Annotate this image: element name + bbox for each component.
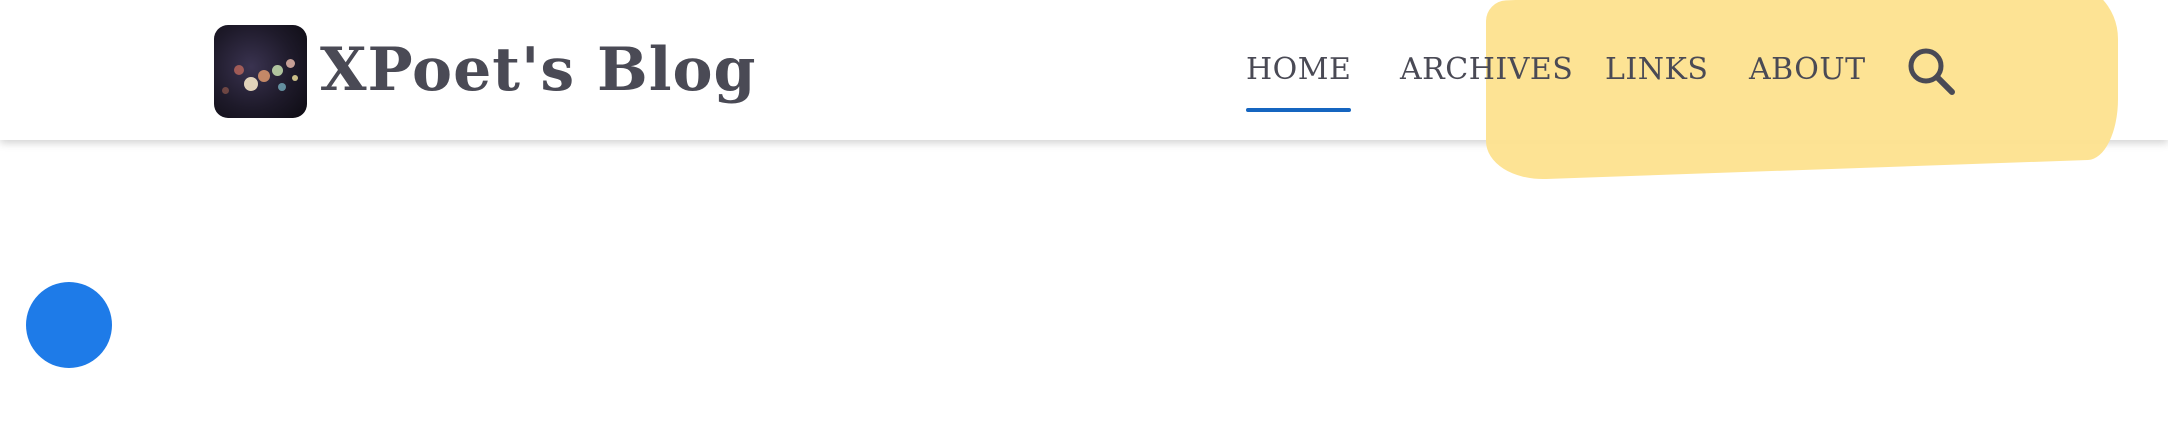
- logo-light: [278, 83, 286, 91]
- logo-light: [292, 75, 298, 81]
- nav-item-about[interactable]: ABOUT: [1749, 48, 1866, 92]
- logo-light: [286, 59, 295, 68]
- logo-light: [222, 87, 229, 94]
- site-logo[interactable]: [214, 25, 307, 118]
- logo-light: [258, 70, 270, 82]
- logo-light: [244, 77, 258, 91]
- logo-light: [272, 65, 283, 76]
- nav-item-home[interactable]: HOME: [1246, 48, 1352, 112]
- floating-action-button[interactable]: [26, 282, 112, 368]
- nav-item-archives[interactable]: ARCHIVES: [1400, 48, 1573, 92]
- logo-light: [234, 65, 244, 75]
- search-icon[interactable]: [1906, 46, 1956, 96]
- nav-item-links[interactable]: LINKS: [1605, 48, 1709, 92]
- site-title[interactable]: XPoet's Blog: [320, 34, 756, 106]
